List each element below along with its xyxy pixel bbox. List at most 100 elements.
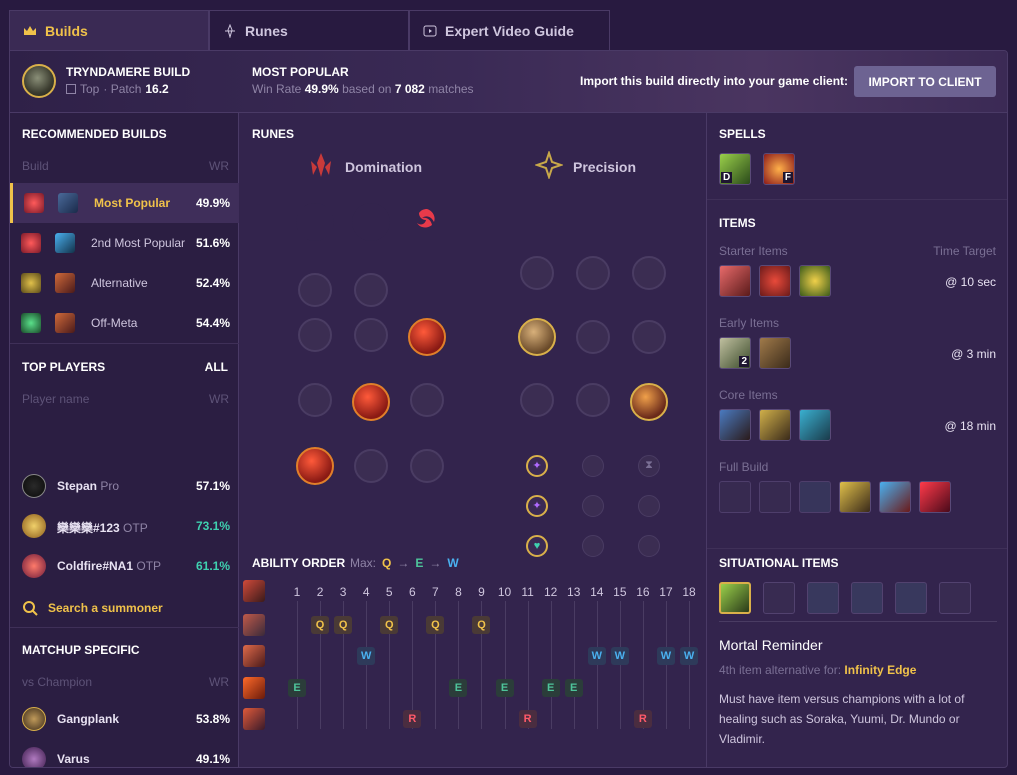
build-row-alternative[interactable]: Alternative 52.4% [10,263,239,303]
passive-ability-icon [243,580,265,602]
shard-tenacity[interactable] [582,535,604,557]
ability-level-label: 18 [682,585,696,599]
ability-level-w: W [680,647,699,665]
shard-haste[interactable]: ⧗ [638,455,660,477]
matchup-row[interactable]: Varus 49.1% [10,739,239,767]
item-icon[interactable] [759,409,791,441]
divider [10,627,239,628]
situational-alt: 4th item alternative for: Infinity Edge [719,663,917,677]
rune-option[interactable] [354,318,388,352]
player-row[interactable]: 欒欒欒#123 OTP 73.1% [10,506,239,546]
item-icon[interactable] [763,582,795,614]
rune-option[interactable] [354,273,388,307]
item-icon[interactable] [719,481,751,513]
shard-health-scale[interactable] [638,535,660,557]
shard-move[interactable] [582,495,604,517]
player-row[interactable]: Coldfire#NA1 OTP 61.1% [10,546,239,586]
import-to-client-button[interactable]: IMPORT TO CLIENT [854,66,996,97]
top-players-all-link[interactable]: ALL [205,360,228,374]
rune-option[interactable] [520,383,554,417]
shard-adaptive[interactable]: ✦ [526,495,548,517]
rune-selected[interactable] [518,318,556,356]
ability-order-title: ABILITY ORDER [252,556,346,570]
item-icon[interactable] [895,582,927,614]
item-icon[interactable] [851,582,883,614]
item-icon[interactable] [759,481,791,513]
rune-selected[interactable] [408,318,446,356]
build-row-2nd-most-popular[interactable]: 2nd Most Popular 51.6% [10,223,239,263]
rune-keystone[interactable] [352,203,390,241]
spells-title: SPELLS [719,127,766,141]
shard-health-scale[interactable] [638,495,660,517]
item-icon[interactable] [939,582,971,614]
player-row[interactable]: Stepan Pro 57.1% [10,466,239,506]
ability-level-q: Q [426,616,445,634]
ability-level-e: E [288,679,306,697]
search-summoner-link[interactable]: Search a summoner [22,600,163,616]
level-gridline [458,601,460,729]
divider [719,621,997,622]
ability-level-w: W [610,647,629,665]
item-icon[interactable] [719,409,751,441]
rune-selected[interactable] [352,383,390,421]
ability-level-label: 10 [497,585,512,599]
rune-option[interactable] [632,320,666,354]
level-gridline [297,601,298,729]
tab-runes[interactable]: Runes [209,10,409,50]
item-icon[interactable]: 2 [719,337,751,369]
item-icon[interactable] [839,481,871,513]
crown-icon [24,25,36,35]
rune-option[interactable] [410,383,444,417]
rune-option[interactable] [576,256,610,290]
rune-selected[interactable] [296,447,334,485]
item-icon[interactable] [799,481,831,513]
build-row-off-meta[interactable]: Off-Meta 54.4% [10,303,239,343]
item-icon[interactable] [879,481,911,513]
level-gridline [596,601,598,729]
rune-option[interactable] [576,383,610,417]
item-icon[interactable] [799,409,831,441]
item-icon[interactable] [919,481,951,513]
rune-option[interactable] [298,273,332,307]
domination-icon [21,233,41,253]
rune-keystone[interactable] [296,203,334,241]
ability-level-label: 3 [339,585,347,599]
item-icon[interactable] [719,582,751,614]
boots-icon[interactable] [759,337,791,369]
ward-icon[interactable] [799,265,831,297]
shard-adaptive[interactable]: ✦ [526,455,548,477]
avatar [22,554,46,578]
item-icon [55,313,75,333]
ability-level-label: 5 [385,585,393,599]
shard-attack-speed[interactable] [582,455,604,477]
potion-icon[interactable] [759,265,791,297]
item-icon[interactable] [719,265,751,297]
ability-level-label: 17 [659,585,673,599]
tab-expert-video-guide[interactable]: Expert Video Guide [409,10,610,50]
sidebar: RECOMMENDED BUILDS Build WR Most Popular… [10,113,239,767]
rune-option[interactable] [520,256,554,290]
ignite-spell-icon[interactable]: F [763,153,795,185]
shard-health[interactable]: ♥ [526,535,548,557]
rune-option[interactable] [354,449,388,483]
ability-level-label: 12 [543,585,558,599]
ability-level-q: Q [334,616,353,634]
level-gridline [619,601,621,729]
ability-max-order: Max: Q → E → W [350,556,459,570]
rune-selected[interactable] [630,383,668,421]
winrate-summary: Win Rate 49.9% based on 7 082 matches [252,82,474,96]
flash-spell-icon[interactable]: D [719,153,751,185]
hail-of-blades-icon[interactable] [408,203,446,241]
tab-builds[interactable]: Builds [9,10,209,50]
ability-level-r: R [518,710,537,728]
build-row-most-popular[interactable]: Most Popular 49.9% [10,183,239,223]
rune-option[interactable] [632,256,666,290]
rune-option[interactable] [298,383,332,417]
rune-option[interactable] [576,320,610,354]
ability-level-w: W [587,647,606,665]
item-icon[interactable] [807,582,839,614]
role-icon [66,84,76,94]
rune-option[interactable] [410,449,444,483]
matchup-row[interactable]: Gangplank 53.8% [10,699,239,739]
rune-option[interactable] [298,318,332,352]
